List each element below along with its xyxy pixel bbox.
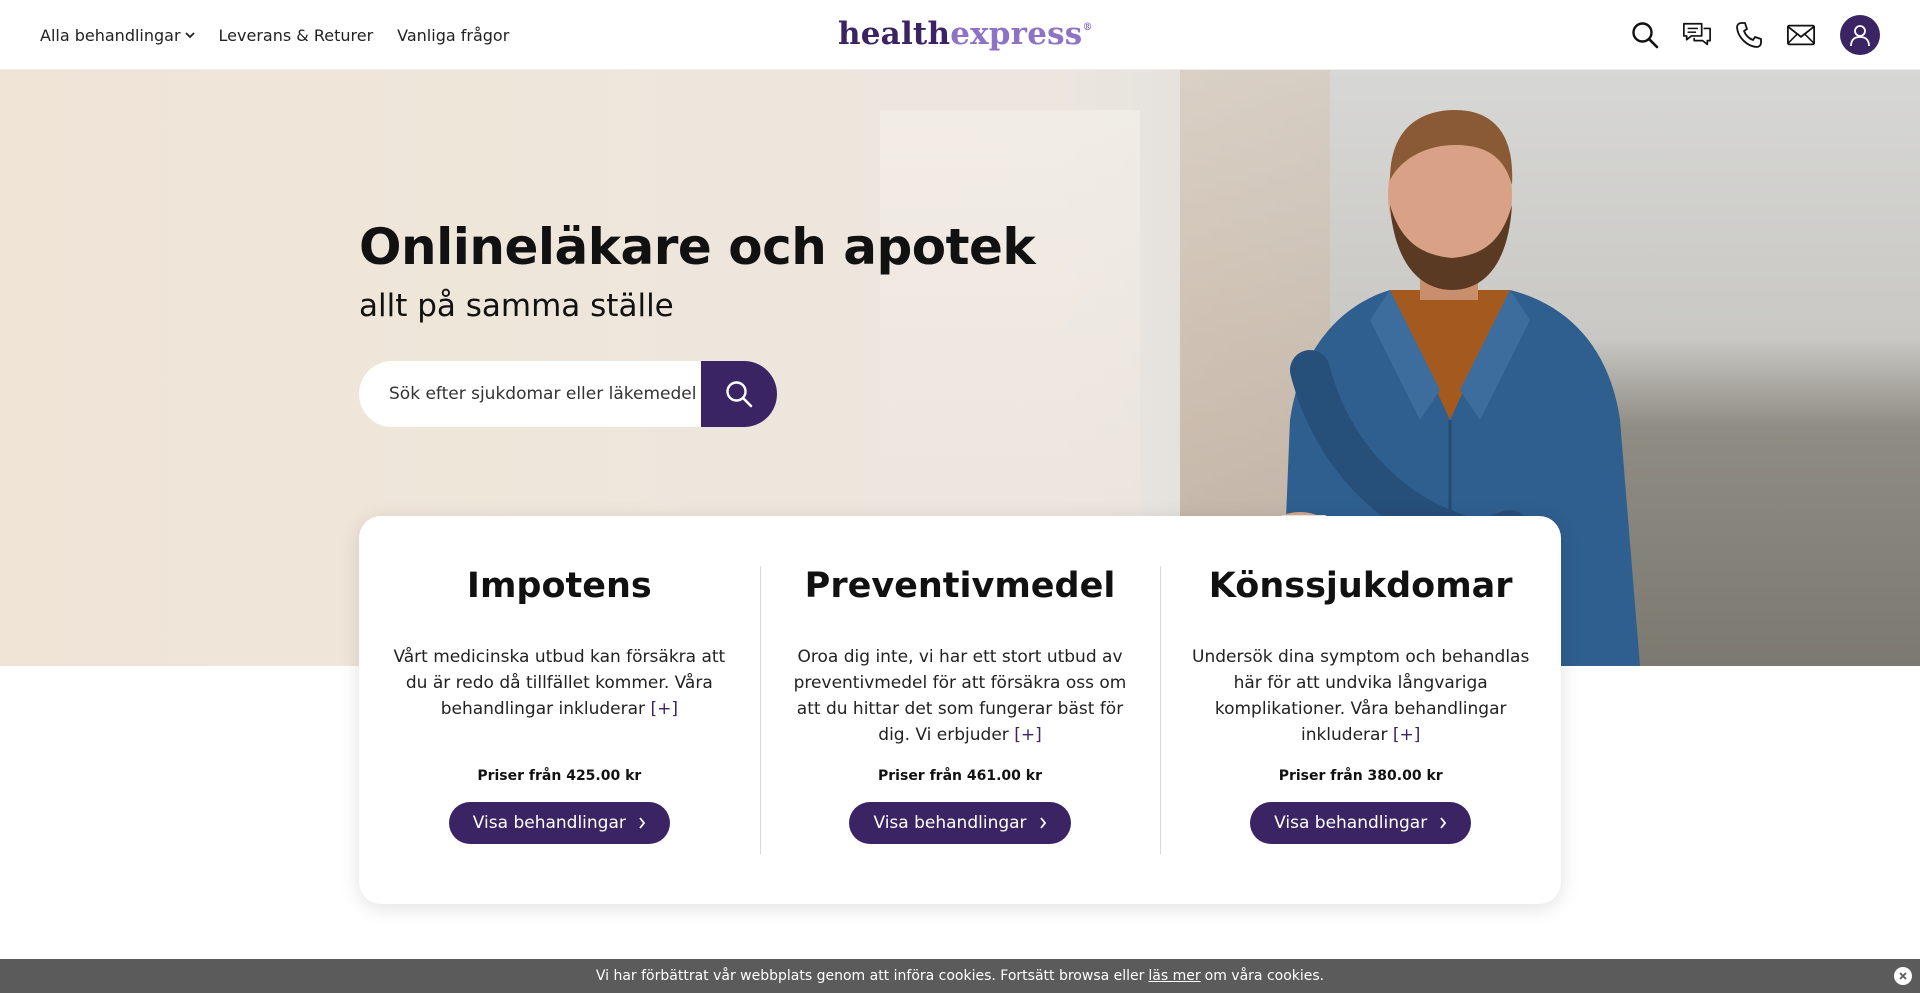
mail-icon[interactable] (1786, 20, 1816, 50)
nav-all-treatments[interactable]: Alla behandlingar (40, 26, 195, 45)
card-price: Priser från 380.00 kr (1278, 768, 1443, 784)
card-description-text: Undersök dina symptom och behandlas här … (1192, 647, 1530, 745)
view-treatments-button[interactable]: Visa behandlingar (849, 802, 1071, 844)
view-treatments-button[interactable]: Visa behandlingar (1250, 802, 1472, 844)
user-account-button[interactable] (1840, 15, 1880, 55)
cookie-bar: Vi har förbättrat vår webbplats genom at… (0, 959, 1920, 993)
card-konssjukdomar: Könssjukdomar Undersök dina symptom och … (1160, 564, 1561, 856)
logo-part-express: express (950, 16, 1083, 52)
search-icon[interactable] (1630, 20, 1660, 50)
search-button[interactable] (701, 361, 777, 427)
phone-icon[interactable] (1734, 20, 1764, 50)
card-title: Preventivmedel (804, 566, 1116, 606)
read-more-link[interactable]: [+] (650, 699, 678, 719)
chevron-down-icon (184, 32, 195, 39)
view-treatments-label: Visa behandlingar (873, 813, 1027, 833)
hero-background-window (880, 110, 1140, 530)
nav-delivery[interactable]: Leverans & Returer (219, 26, 374, 45)
logo-registered-mark: ® (1082, 22, 1093, 33)
card-description: Oroa dig inte, vi har ett stort utbud av… (788, 644, 1133, 758)
card-impotens: Impotens Vårt medicinska utbud kan försä… (359, 564, 760, 856)
chevron-right-icon (1440, 817, 1447, 829)
close-icon (1899, 972, 1907, 980)
cookie-read-more-link[interactable]: läs mer (1148, 968, 1200, 984)
chevron-right-icon (1039, 817, 1046, 829)
card-description: Vårt medicinska utbud kan försäkra att d… (387, 644, 732, 758)
cookie-text: Vi har förbättrat vår webbplats genom at… (595, 968, 1145, 984)
view-treatments-label: Visa behandlingar (1274, 813, 1428, 833)
cookie-text-after: om våra cookies. (1204, 968, 1325, 984)
logo-part-health: health (838, 16, 951, 52)
category-cards: Impotens Vårt medicinska utbud kan försä… (359, 516, 1561, 904)
search-icon (726, 381, 753, 408)
view-treatments-label: Visa behandlingar (472, 813, 626, 833)
main-nav: Alla behandlingar Leverans & Returer Van… (40, 0, 509, 70)
card-description: Undersök dina symptom och behandlas här … (1188, 644, 1533, 758)
read-more-link[interactable]: [+] (1014, 725, 1042, 745)
hero-title: Onlineläkare och apotek (359, 218, 1036, 276)
nav-all-treatments-label: Alla behandlingar (40, 25, 181, 45)
view-treatments-button[interactable]: Visa behandlingar (448, 802, 670, 844)
card-title: Impotens (466, 566, 652, 606)
card-title: Könssjukdomar (1208, 566, 1513, 606)
cookie-close-button[interactable] (1894, 967, 1912, 985)
chevron-right-icon (639, 817, 646, 829)
user-icon (1850, 25, 1870, 47)
nav-faq[interactable]: Vanliga frågor (397, 26, 509, 45)
card-price: Priser från 425.00 kr (477, 768, 642, 784)
card-preventivmedel: Preventivmedel Oroa dig inte, vi har ett… (759, 564, 1161, 856)
healthexpress-logo[interactable]: healthexpress® (838, 16, 1093, 52)
read-more-link[interactable]: [+] (1393, 725, 1421, 745)
hero-subtitle: allt på samma ställe (359, 288, 674, 324)
search-bar (359, 361, 777, 427)
search-input[interactable] (359, 361, 701, 427)
card-price: Priser från 461.00 kr (878, 768, 1042, 784)
card-description-text: Oroa dig inte, vi har ett stort utbud av… (793, 647, 1127, 745)
header-actions (1630, 0, 1880, 70)
site-header: Alla behandlingar Leverans & Returer Van… (0, 0, 1920, 70)
chat-icon[interactable] (1682, 20, 1712, 50)
